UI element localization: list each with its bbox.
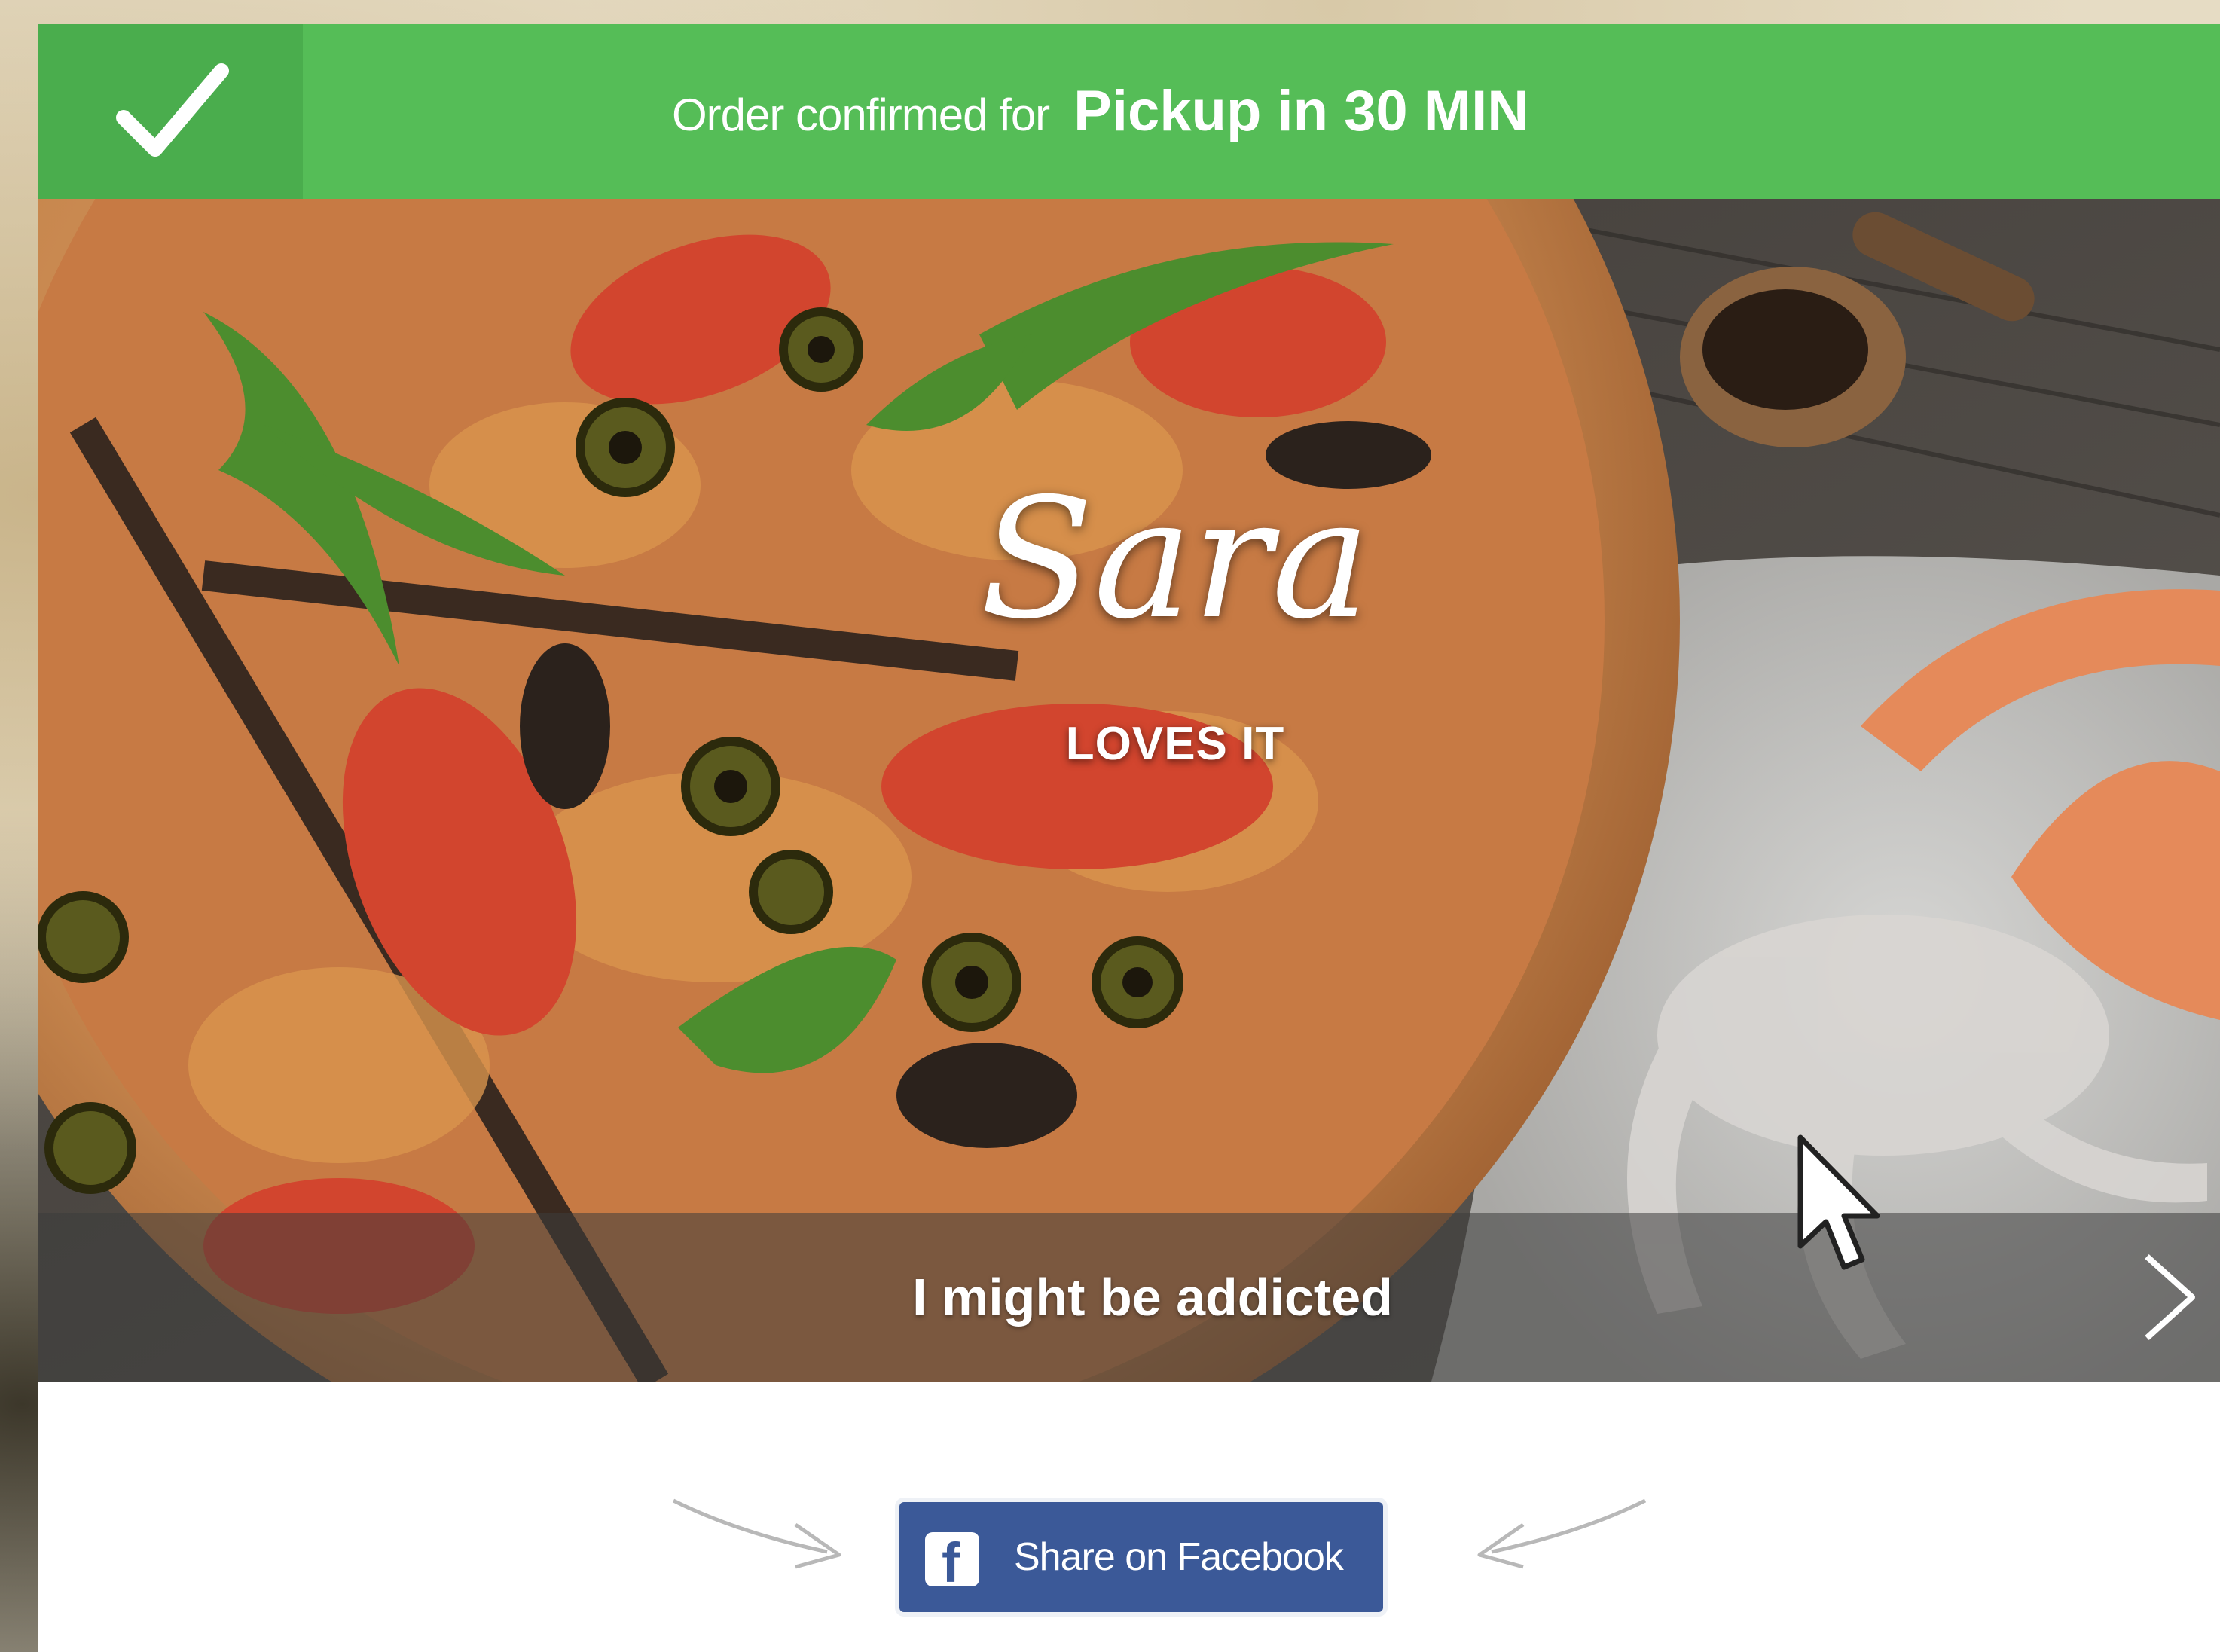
review-caption: I might be addicted <box>912 1268 1393 1327</box>
mouse-cursor-icon <box>1797 1134 1880 1270</box>
share-button-label: Share on Facebook <box>1014 1535 1344 1579</box>
hero-image: Sara LOVES IT I might be addicted <box>38 199 2220 1382</box>
confirmation-message: Order confirmed for Pickup in 30 MIN <box>672 24 1528 199</box>
pizza-photo <box>38 199 2220 1382</box>
arrow-right-icon <box>672 1498 841 1569</box>
chevron-right-icon[interactable] <box>2132 1250 2207 1344</box>
pickup-time: Pickup in 30 MIN <box>1073 79 1529 143</box>
confirmation-banner: Order confirmed for Pickup in 30 MIN <box>38 24 2220 199</box>
facebook-icon: f <box>925 1532 979 1591</box>
confirmation-prefix: Order confirmed for <box>672 90 1050 140</box>
customer-name: Sara <box>979 463 1371 655</box>
checkmark-box <box>38 24 303 199</box>
arrow-left-icon <box>1477 1498 1647 1569</box>
share-section: f Share on Facebook <box>38 1382 2220 1652</box>
review-caption-bar[interactable]: I might be addicted <box>38 1213 2220 1382</box>
order-confirmation-card: Order confirmed for Pickup in 30 MIN Sar… <box>38 24 2220 1652</box>
checkmark-icon <box>116 63 229 157</box>
share-on-facebook-button[interactable]: f Share on Facebook <box>899 1502 1383 1612</box>
loves-it-label: LOVES IT <box>1065 718 1285 770</box>
